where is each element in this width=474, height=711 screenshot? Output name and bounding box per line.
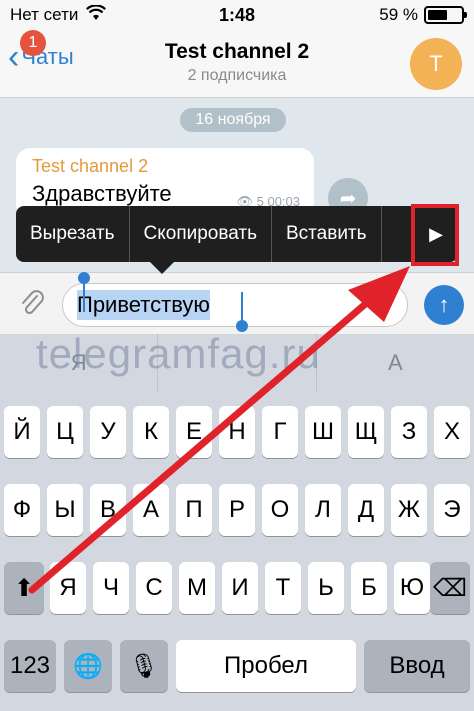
message-input[interactable]: Приветствую	[62, 283, 408, 327]
nav-bar: ‹ Чаты 1 Test channel 2 2 подписчика T	[0, 30, 474, 98]
key-Э[interactable]: Э	[434, 484, 470, 536]
key-О[interactable]: О	[262, 484, 298, 536]
prediction-2[interactable]	[158, 334, 317, 392]
key-Т[interactable]: Т	[265, 562, 301, 614]
key-К[interactable]: К	[133, 406, 169, 458]
key-Й[interactable]: Й	[4, 406, 40, 458]
battery-icon	[424, 6, 467, 24]
key-З[interactable]: З	[391, 406, 427, 458]
key-Ш[interactable]: Ш	[305, 406, 341, 458]
key-С[interactable]: С	[136, 562, 172, 614]
backspace-icon: ⌫	[433, 574, 467, 602]
globe-icon: 🌐	[73, 652, 103, 680]
annotation-highlight-box	[411, 204, 459, 266]
date-separator: 16 ноября	[180, 108, 286, 132]
avatar[interactable]: T	[410, 38, 462, 90]
shift-key[interactable]: ⬆	[4, 562, 44, 614]
keyboard: Я А Й Ц У К Е Н Г Ш Щ З Х Ф Ы В А П Р О Л Д Ж Э ⬆ Я Ч С М И Т Ь Б Ю ⌫ 123…	[0, 334, 474, 711]
key-Н[interactable]: Н	[219, 406, 255, 458]
backspace-key[interactable]: ⌫	[430, 562, 470, 614]
battery-fill	[428, 10, 447, 20]
key-Ж[interactable]: Ж	[391, 484, 427, 536]
key-Е[interactable]: Е	[176, 406, 212, 458]
microphone-icon: 🎙	[128, 652, 160, 680]
key-У[interactable]: У	[90, 406, 126, 458]
key-И[interactable]: И	[222, 562, 258, 614]
menu-cut[interactable]: Вырезать	[16, 206, 130, 262]
carrier-label: Нет сети	[10, 5, 79, 24]
menu-pointer	[150, 262, 174, 274]
message-sender: Test channel 2	[32, 156, 149, 176]
context-menu: Вырезать Скопировать Вставить ▶	[16, 206, 458, 262]
shift-icon: ⬆	[13, 574, 35, 602]
send-button[interactable]: ↑	[424, 285, 464, 325]
menu-copy[interactable]: Скопировать	[130, 206, 272, 262]
key-П[interactable]: П	[176, 484, 212, 536]
selected-text[interactable]: Приветствую	[77, 290, 210, 320]
chat-title[interactable]: Test channel 2	[0, 40, 474, 64]
menu-paste[interactable]: Вставить	[272, 206, 382, 262]
return-key[interactable]: Ввод	[364, 640, 470, 692]
prediction-3[interactable]: А	[317, 334, 474, 392]
key-Ф[interactable]: Ф	[4, 484, 40, 536]
key-Р[interactable]: Р	[219, 484, 255, 536]
selection-line-start	[83, 282, 85, 312]
key-Б[interactable]: Б	[351, 562, 387, 614]
status-right: 59 %	[379, 5, 467, 25]
key-М[interactable]: М	[179, 562, 215, 614]
key-Ь[interactable]: Ь	[308, 562, 344, 614]
key-Я[interactable]: Я	[50, 562, 86, 614]
prediction-1[interactable]: Я	[0, 334, 159, 392]
key-Г[interactable]: Г	[262, 406, 298, 458]
wifi-icon	[86, 3, 107, 26]
key-Ч[interactable]: Ч	[93, 562, 129, 614]
key-Щ[interactable]: Щ	[348, 406, 384, 458]
key-Ю[interactable]: Ю	[394, 562, 430, 614]
status-bar: Нет сети 1:48 59 %	[0, 0, 474, 30]
key-Л[interactable]: Л	[305, 484, 341, 536]
battery-percent: 59 %	[379, 5, 418, 24]
space-key[interactable]: Пробел	[176, 640, 356, 692]
selection-handle-end[interactable]	[236, 320, 248, 332]
selection-line-end	[241, 292, 243, 322]
key-Д[interactable]: Д	[348, 484, 384, 536]
numbers-key[interactable]: 123	[4, 640, 56, 692]
attach-icon[interactable]	[14, 285, 50, 321]
chat-subtitle: 2 подписчика	[187, 67, 287, 84]
arrow-up-icon: ↑	[438, 292, 450, 317]
key-В[interactable]: В	[90, 484, 126, 536]
microphone-key[interactable]: 🎙	[120, 640, 168, 692]
globe-key[interactable]: 🌐	[64, 640, 112, 692]
predictive-bar: Я А	[0, 334, 474, 392]
status-left: Нет сети	[10, 3, 170, 26]
key-А[interactable]: А	[133, 484, 169, 536]
key-Ы[interactable]: Ы	[47, 484, 83, 536]
key-Х[interactable]: Х	[434, 406, 470, 458]
key-Ц[interactable]: Ц	[47, 406, 83, 458]
